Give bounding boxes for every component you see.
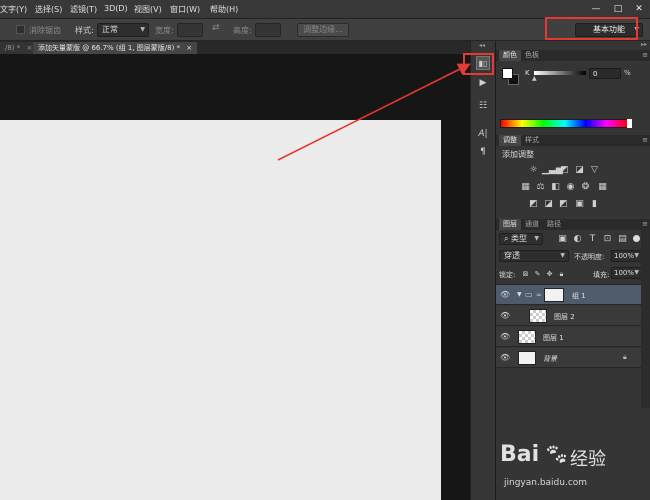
paw-icon: 🐾︎ [544,442,570,466]
foreground-swatch-top [502,68,513,79]
watermark-brand-left: Bai [500,442,540,467]
watermark-url: jingyan.baidu.com [504,478,588,488]
annotation-arrow [277,63,471,161]
baidu-watermark: Bai 🐾︎ 经验 jingyan.baidu.com [500,440,650,500]
watermark-brand-right: 经验 [570,449,606,470]
